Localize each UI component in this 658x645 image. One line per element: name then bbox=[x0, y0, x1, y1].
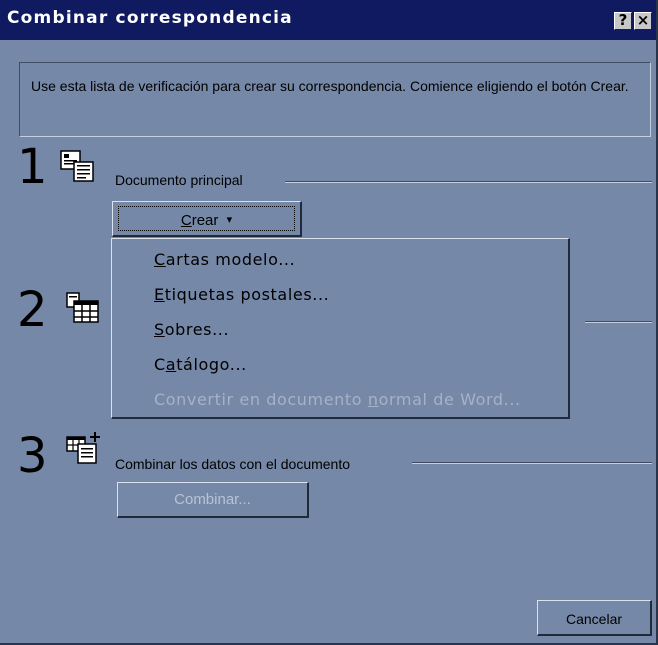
instructions-box: Use esta lista de verificación para crea… bbox=[19, 62, 651, 137]
focus-ring bbox=[118, 206, 295, 231]
help-icon: ? bbox=[618, 11, 628, 29]
step-2-divider bbox=[585, 321, 652, 323]
step-1-divider bbox=[285, 181, 652, 183]
menu-item-envelopes[interactable]: Sobres... bbox=[154, 320, 229, 339]
merge-data-icon bbox=[66, 432, 100, 464]
close-button[interactable]: × bbox=[634, 12, 652, 30]
merge-button[interactable]: Combinar... bbox=[117, 482, 309, 518]
close-icon: × bbox=[636, 11, 650, 29]
title-bar[interactable]: Combinar correspondencia ? × bbox=[0, 0, 656, 40]
step-2-number: 2 bbox=[17, 282, 48, 338]
menu-item-convert-normal[interactable]: Convertir en documento normal de Word... bbox=[154, 390, 521, 409]
menu-item-form-letters[interactable]: Cartas modelo... bbox=[154, 250, 295, 269]
step-3-label: Combinar los datos con el documento bbox=[115, 456, 351, 472]
create-dropdown-menu: Cartas modelo... Etiquetas postales... Sob… bbox=[111, 238, 570, 419]
cancel-button-label: Cancelar bbox=[565, 611, 623, 627]
step-1-label: Documento principal bbox=[115, 172, 243, 188]
instructions-text: Use esta lista de verificación para crea… bbox=[31, 78, 629, 94]
merge-button-label: Combinar... bbox=[174, 491, 251, 508]
menu-item-mailing-labels[interactable]: Etiquetas postales... bbox=[154, 285, 329, 304]
main-document-icon bbox=[60, 150, 94, 182]
step-3-number: 3 bbox=[17, 428, 48, 484]
data-source-icon bbox=[66, 292, 99, 323]
mail-merge-dialog: Combinar correspondencia ? × Use esta li… bbox=[0, 0, 658, 645]
help-button[interactable]: ? bbox=[614, 12, 632, 30]
cancel-button[interactable]: Cancelar bbox=[537, 600, 652, 636]
menu-item-catalog[interactable]: Catálogo... bbox=[154, 355, 247, 374]
step-1-number: 1 bbox=[17, 139, 48, 195]
step-3-divider bbox=[412, 462, 652, 464]
dialog-title: Combinar correspondencia bbox=[7, 8, 293, 28]
create-button[interactable]: Crear ▾ bbox=[112, 201, 302, 237]
